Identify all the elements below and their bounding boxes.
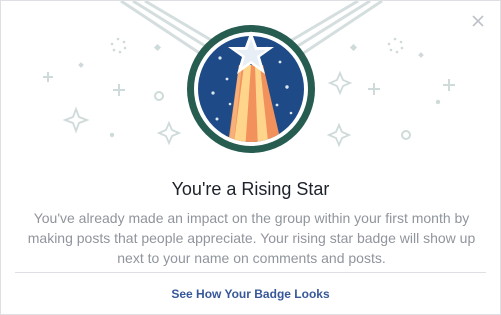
dotted-circle-icon (110, 37, 127, 54)
rising-star-badge-icon (187, 25, 315, 153)
dialog-body-text: You've already made an impact on the gro… (27, 210, 476, 266)
see-badge-link[interactable]: See How Your Badge Looks (1, 287, 500, 301)
badge-illustration (43, 1, 455, 153)
dotted-circle-icon (387, 37, 404, 54)
rising-star-dialog: You're a Rising Star You've already made… (0, 0, 501, 315)
divider (15, 272, 486, 273)
close-icon[interactable] (470, 13, 486, 29)
dialog-title: You're a Rising Star (171, 179, 330, 199)
